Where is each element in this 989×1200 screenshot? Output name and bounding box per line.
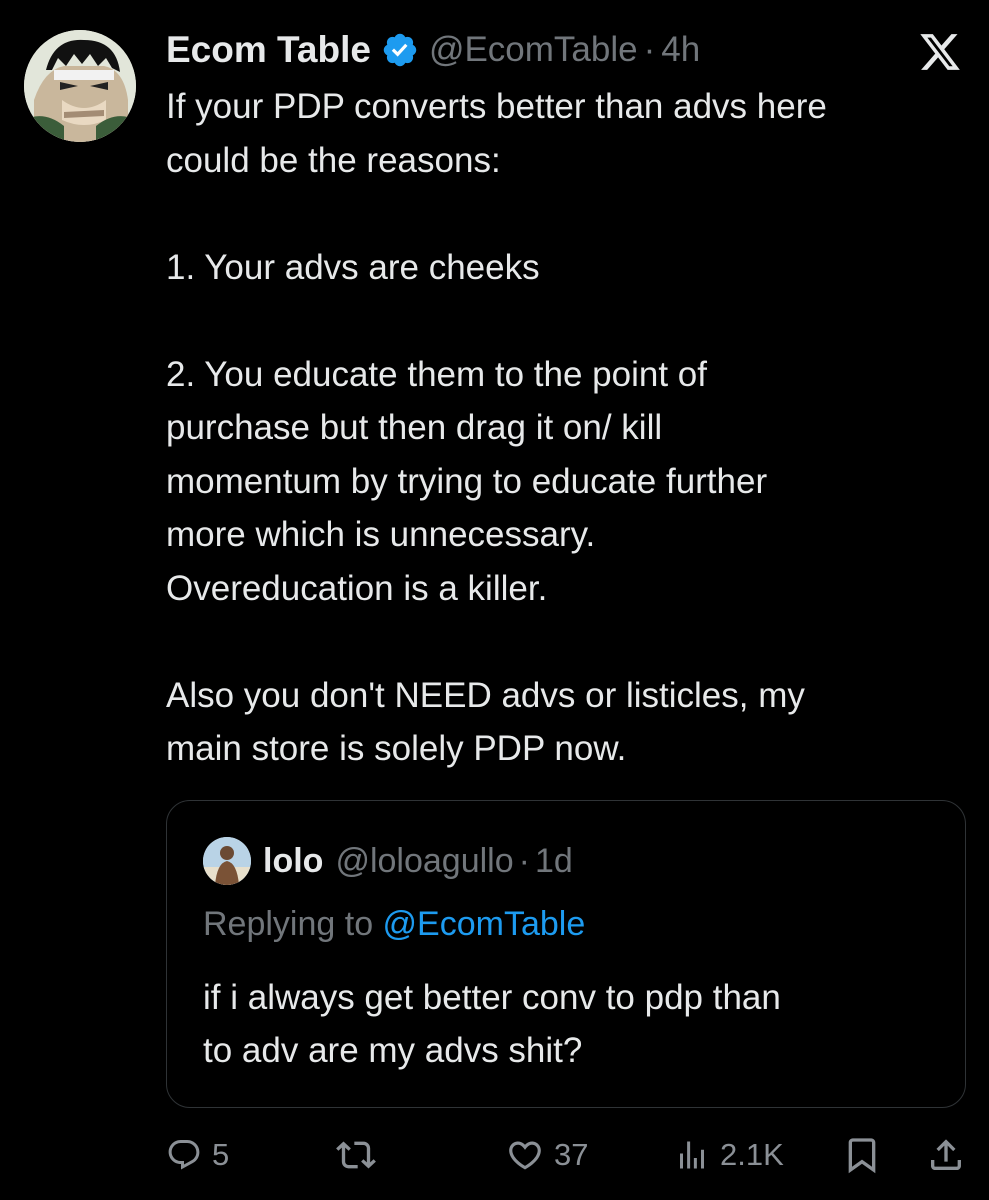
views-count: 2.1K bbox=[720, 1137, 784, 1172]
tweet-time[interactable]: 4h bbox=[661, 30, 700, 70]
tweet-text-line: could be the reasons: bbox=[166, 140, 501, 180]
verified-badge-icon bbox=[383, 33, 417, 67]
quoted-author-handle[interactable]: @loloagullo bbox=[335, 842, 513, 881]
tweet-text-line: Overeducation is a killer. bbox=[166, 568, 548, 608]
views-icon bbox=[680, 1141, 704, 1169]
views-button[interactable]: 2.1K bbox=[674, 1130, 784, 1180]
author-handle[interactable]: @EcomTable bbox=[429, 30, 638, 70]
author-avatar[interactable] bbox=[24, 30, 136, 142]
separator-dot: · bbox=[643, 30, 656, 69]
like-button[interactable]: 37 bbox=[506, 1130, 588, 1180]
quoted-avatar-image bbox=[203, 837, 251, 885]
quoted-author-avatar[interactable] bbox=[203, 837, 251, 885]
quoted-tweet-time: 1d bbox=[534, 841, 573, 880]
retweet-icon bbox=[336, 1141, 376, 1169]
replying-to-label: Replying to bbox=[203, 905, 383, 943]
retweet-button[interactable] bbox=[336, 1130, 376, 1180]
replying-to: Replying to @EcomTable bbox=[203, 905, 585, 944]
quoted-tweet[interactable]: lolo @loloagullo · 1d Replying to @EcomT… bbox=[166, 800, 966, 1108]
replying-to-mention[interactable]: @EcomTable bbox=[383, 905, 586, 943]
tweet-header: Ecom Table @EcomTable · 4h bbox=[166, 26, 700, 74]
bookmark-icon bbox=[848, 1138, 876, 1174]
tweet-text-line: momentum by trying to educate further bbox=[166, 461, 768, 501]
tweet-text-line: 2. You educate them to the point of bbox=[166, 354, 707, 394]
x-logo bbox=[920, 34, 960, 70]
tweet-text: If your PDP converts better than advs he… bbox=[166, 80, 966, 776]
reply-icon bbox=[168, 1140, 200, 1170]
quoted-tweet-header: lolo @loloagullo · 1d bbox=[203, 837, 573, 885]
tweet-text-line: purchase but then drag it on/ kill bbox=[166, 408, 663, 447]
tweet-text-line: If your PDP converts better than advs he… bbox=[166, 87, 827, 126]
like-count: 37 bbox=[554, 1137, 589, 1172]
share-button[interactable] bbox=[926, 1130, 966, 1180]
share-icon bbox=[931, 1139, 961, 1170]
quoted-author-display-name[interactable]: lolo bbox=[263, 842, 323, 881]
quoted-tweet-text: if i always get better conv to pdp than … bbox=[203, 971, 933, 1077]
tweet-text-line: 1. Your advs are cheeks bbox=[166, 247, 540, 287]
heart-icon bbox=[509, 1141, 541, 1170]
action-bar: 5 37 2.1K bbox=[166, 1130, 966, 1180]
reply-count: 5 bbox=[212, 1137, 230, 1172]
avatar-image bbox=[24, 30, 136, 142]
tweet-text-line: Also you don't NEED advs or listicles, m… bbox=[166, 675, 805, 715]
author-display-name[interactable]: Ecom Table bbox=[166, 29, 371, 71]
quoted-text-line: to adv are my advs shit? bbox=[203, 1031, 583, 1070]
reply-button[interactable]: 5 bbox=[166, 1130, 229, 1180]
bookmark-button[interactable] bbox=[842, 1130, 882, 1180]
tweet-text-line: main store is solely PDP now. bbox=[166, 729, 627, 768]
quoted-text-line: if i always get better conv to pdp than bbox=[203, 978, 781, 1017]
tweet-text-line: more which is unnecessary. bbox=[166, 515, 596, 554]
quoted-separator-dot: · bbox=[518, 841, 530, 880]
